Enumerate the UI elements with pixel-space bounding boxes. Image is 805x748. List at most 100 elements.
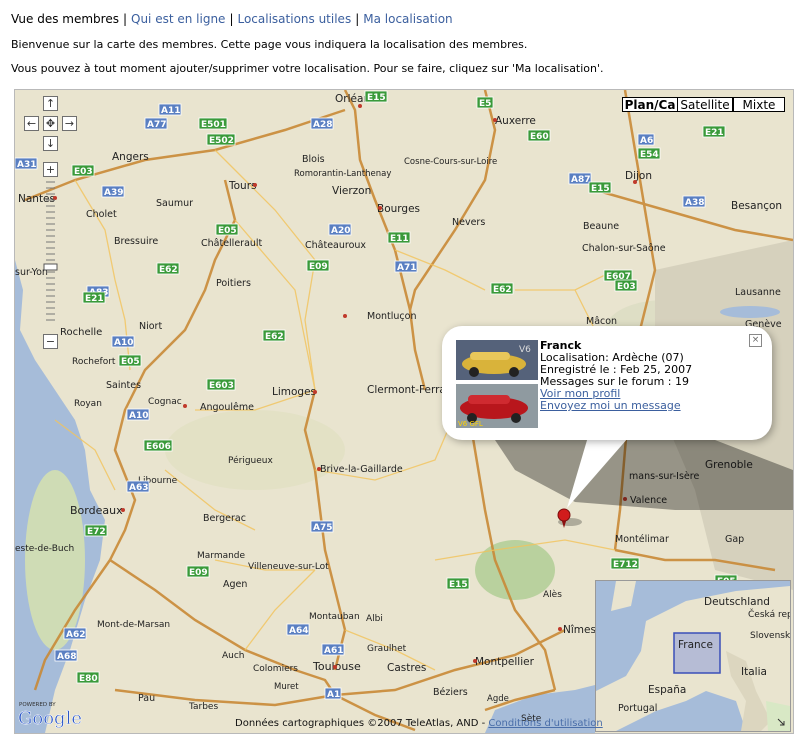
road-shield-label: E502 (209, 136, 234, 146)
pan-right-button[interactable]: → (62, 116, 77, 131)
city-label: Angers (112, 151, 149, 163)
country-label: Italia (741, 666, 767, 678)
city-label: Nîmes (563, 624, 596, 636)
country-label: Česká rep. (748, 608, 790, 620)
road-shield-label: A10 (129, 411, 149, 421)
city-label: Cholet (86, 209, 117, 220)
city-label: Auxerre (495, 115, 536, 127)
road-shield-label: E15 (367, 93, 386, 103)
city-label: Poitiers (216, 278, 251, 289)
city-label: Montluçon (367, 311, 416, 322)
road-shield-label: E72 (87, 527, 106, 537)
send-message-link[interactable]: Envoyez moi un message (540, 400, 692, 412)
nav-link-locations[interactable]: Localisations utiles (237, 12, 351, 26)
city-label: Rochelle (60, 327, 102, 338)
road-shield-label: E09 (309, 262, 328, 272)
city-label: Nevers (452, 217, 485, 228)
city-label: Saintes (106, 380, 141, 391)
zoom-out-button[interactable]: − (43, 334, 58, 349)
road-shield-label: E21 (705, 128, 724, 138)
road-shield-label: E603 (209, 381, 234, 391)
country-label: Portugal (618, 703, 657, 714)
road-shield-label: E03 (617, 282, 636, 292)
city-label: Bergerac (203, 513, 246, 524)
pan-left-button[interactable]: ← (24, 116, 39, 131)
country-label: Slovensko (750, 631, 790, 641)
road-shield-label: E54 (640, 150, 659, 160)
city-label: Alès (543, 589, 562, 600)
close-icon[interactable]: × (749, 334, 762, 347)
nav-link-online[interactable]: Qui est en ligne (131, 12, 225, 26)
zoom-slider-handle[interactable] (43, 263, 58, 271)
nav-link-my-location[interactable]: Ma localisation (363, 12, 452, 26)
road-shield-label: A68 (57, 652, 77, 662)
city-label: Vierzon (332, 185, 371, 197)
road-shield-label: A39 (104, 188, 124, 198)
city-label: Angoulême (200, 402, 254, 413)
city-label: Rochefort (72, 357, 116, 367)
city-label: Gap (725, 534, 744, 545)
road-shield-label: A62 (66, 630, 86, 640)
road-shield-label: E11 (390, 234, 409, 244)
road-shield-label: E5 (479, 99, 491, 109)
city-label: Royan (74, 399, 102, 409)
pan-center-button[interactable]: ✥ (43, 116, 58, 131)
zoom-in-button[interactable]: + (43, 162, 58, 177)
city-label: Dijon (625, 170, 652, 182)
city-label: Châtellerault (201, 238, 263, 249)
members-map[interactable]: Orléans Auxerre Angers Blois Romorantin-… (14, 89, 794, 734)
road-shield-label: E80 (79, 674, 98, 684)
city-label: Cognac (148, 397, 182, 407)
road-shield-label: E501 (201, 120, 226, 130)
road-shield-label: A6 (640, 136, 653, 146)
city-label: Limoges (272, 386, 316, 398)
road-shield-label: E15 (449, 580, 468, 590)
country-label: France (678, 639, 713, 651)
city-label: Chalon-sur-Saône (582, 243, 666, 254)
city-label: Auch (222, 651, 245, 661)
road-shield-label: A38 (685, 198, 705, 208)
city-label: Niort (139, 321, 162, 332)
city-label: Muret (274, 682, 299, 692)
city-label: Castres (387, 662, 426, 674)
google-logo: POWERED BY Google (18, 702, 82, 729)
city-label: Saumur (156, 198, 193, 209)
country-label: España (648, 684, 686, 696)
pan-down-button[interactable]: ↓ (43, 136, 58, 151)
city-label: Périgueux (228, 455, 274, 466)
city-label: Blois (302, 154, 325, 165)
road-shield-label: A77 (147, 120, 167, 130)
city-label: Beaune (583, 221, 619, 232)
road-shield-label: A1 (327, 690, 340, 700)
city-label: Bourges (377, 203, 420, 215)
city-label: Mont-de-Marsan (97, 620, 170, 630)
map-copyright: Données cartographiques ©2007 TeleAtlas,… (235, 718, 603, 729)
city-label: Montauban (309, 612, 360, 622)
road-shield-label: A87 (571, 175, 591, 185)
city-label: Agen (223, 579, 247, 590)
city-label: Brive-la-Gaillarde (320, 464, 403, 475)
map-type-mixte-button[interactable]: Mixte (733, 97, 785, 112)
zoom-slider-track[interactable] (43, 178, 58, 333)
road-shield-label: A31 (17, 160, 37, 170)
city-label: Romorantin-Lanthenay (294, 169, 391, 179)
city-label: Tours (228, 180, 257, 192)
city-label: Villeneuve-sur-Lot (248, 562, 329, 572)
overview-map[interactable]: Deutschland Česká rep. Slovensko France … (595, 580, 791, 732)
map-type-satellite-button[interactable]: Satellite (677, 97, 733, 112)
map-type-plan-button[interactable]: Plan/Ca (622, 97, 678, 112)
city-label: Lausanne (735, 287, 781, 298)
city-label: este-de-Buch (15, 544, 74, 554)
nav-current: Vue des membres (11, 12, 119, 26)
car-label-v6-gfl: V6 GFL (458, 420, 483, 428)
top-navigation: Vue des membres | Qui est en ligne | Localis… (11, 12, 453, 26)
road-shield-label: E62 (493, 285, 512, 295)
pan-up-button[interactable]: ↑ (43, 96, 58, 111)
copyright-text: Données cartographiques ©2007 TeleAtlas,… (235, 718, 486, 729)
city-label: Colomiers (253, 664, 298, 674)
member-car-photos: V6 V6 GFL (456, 340, 538, 428)
city-label: Graulhet (367, 644, 407, 654)
road-shield-label: E05 (218, 226, 237, 236)
terms-link[interactable]: Conditions d'utilisation (488, 718, 602, 729)
road-shield-label: A61 (324, 646, 344, 656)
